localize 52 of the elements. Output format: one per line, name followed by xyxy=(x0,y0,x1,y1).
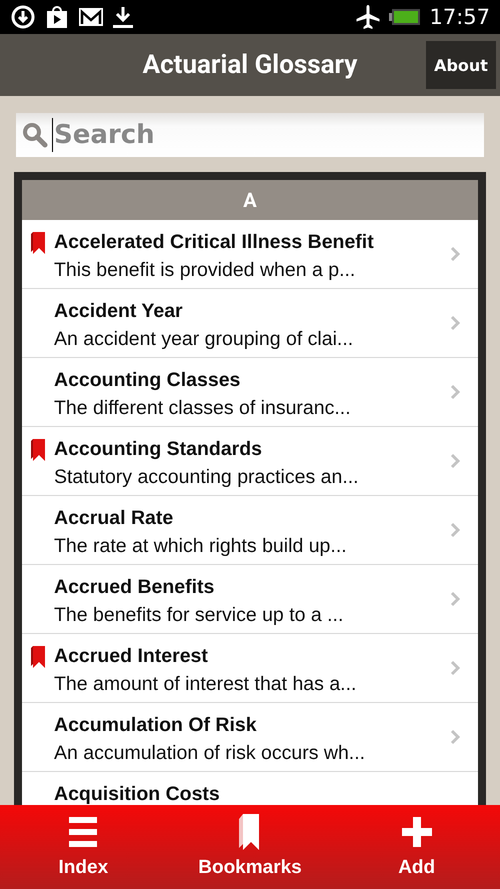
term-title: Accounting Classes xyxy=(54,368,242,393)
term-description: The amount of interest that has a... xyxy=(54,672,358,697)
term-description: This benefit is provided when a p... xyxy=(54,258,356,283)
term-title: Accrued Benefits xyxy=(54,575,216,600)
chevron-icon xyxy=(450,315,460,331)
airplane-icon xyxy=(355,4,382,30)
clock-time: 17:57 xyxy=(429,5,490,29)
search-input[interactable]: Search xyxy=(52,118,484,152)
term-description: An accumulation of risk occurs wh... xyxy=(54,741,366,766)
glossary-list-item[interactable]: Accounting Standards Statutory accounting practices an... xyxy=(22,427,478,496)
term-title: Accelerated Critical Illness Benefit xyxy=(54,230,375,255)
tab-button[interactable]: Add xyxy=(333,805,500,889)
battery-icon xyxy=(389,8,422,26)
term-title: Accounting Standards xyxy=(54,437,264,462)
term-description: The rate at which rights build up... xyxy=(54,534,348,559)
term-description: Statutory accounting practices an... xyxy=(54,465,360,490)
glossary-list-item[interactable]: Accrual Rate The rate at which rights build up... xyxy=(22,496,478,565)
chevron-icon xyxy=(450,660,460,676)
search-icon xyxy=(22,122,48,148)
glossary-list-item[interactable]: Accident Year An accident year grouping of clai... xyxy=(22,289,478,358)
about-button[interactable]: About xyxy=(426,41,496,89)
term-description: An accident year grouping of clai... xyxy=(54,327,354,352)
glossary-list-item[interactable]: Accounting Classes The different classes of insuranc... xyxy=(22,358,478,427)
tab-button[interactable]: Index xyxy=(0,805,167,889)
chevron-icon xyxy=(450,591,460,607)
play-store-icon xyxy=(44,4,70,30)
download-icon xyxy=(112,5,134,29)
plus-icon xyxy=(402,817,432,847)
chevron-icon xyxy=(450,522,460,538)
menu-icon xyxy=(69,817,98,847)
chevron-icon xyxy=(450,384,460,400)
bookmark-icon xyxy=(239,814,261,850)
glossary-list-item[interactable]: Accrued Benefits The benefits for service up to a ... xyxy=(22,565,478,634)
term-title: Accumulation Of Risk xyxy=(54,713,258,738)
term-title: Accident Year xyxy=(54,299,184,324)
chevron-icon xyxy=(450,246,460,262)
glossary-list-item[interactable]: Accelerated Critical Illness Benefit This benefit is provided when a p... xyxy=(22,220,478,289)
term-title: Acquisition Costs xyxy=(54,782,221,807)
search-field[interactable]: Search xyxy=(16,113,484,157)
chevron-icon xyxy=(450,453,460,469)
glossary-list-item[interactable]: Accrued Interest The amount of interest that has a... xyxy=(22,634,478,703)
term-description: The different classes of insuranc... xyxy=(54,396,352,421)
section-header: A xyxy=(22,180,478,220)
chevron-icon xyxy=(450,729,460,745)
app-title: Actuarial Glossary xyxy=(142,50,358,80)
glossary-list-item[interactable]: Accumulation Of Risk An accumulation of risk occurs wh... xyxy=(22,703,478,772)
term-title: Accrual Rate xyxy=(54,506,174,531)
tab-button[interactable]: Bookmarks xyxy=(166,805,334,889)
term-title: Accrued Interest xyxy=(54,644,209,669)
mail-icon xyxy=(78,6,104,28)
sync-download-icon xyxy=(10,4,36,30)
term-description: The benefits for service up to a ... xyxy=(54,603,344,628)
